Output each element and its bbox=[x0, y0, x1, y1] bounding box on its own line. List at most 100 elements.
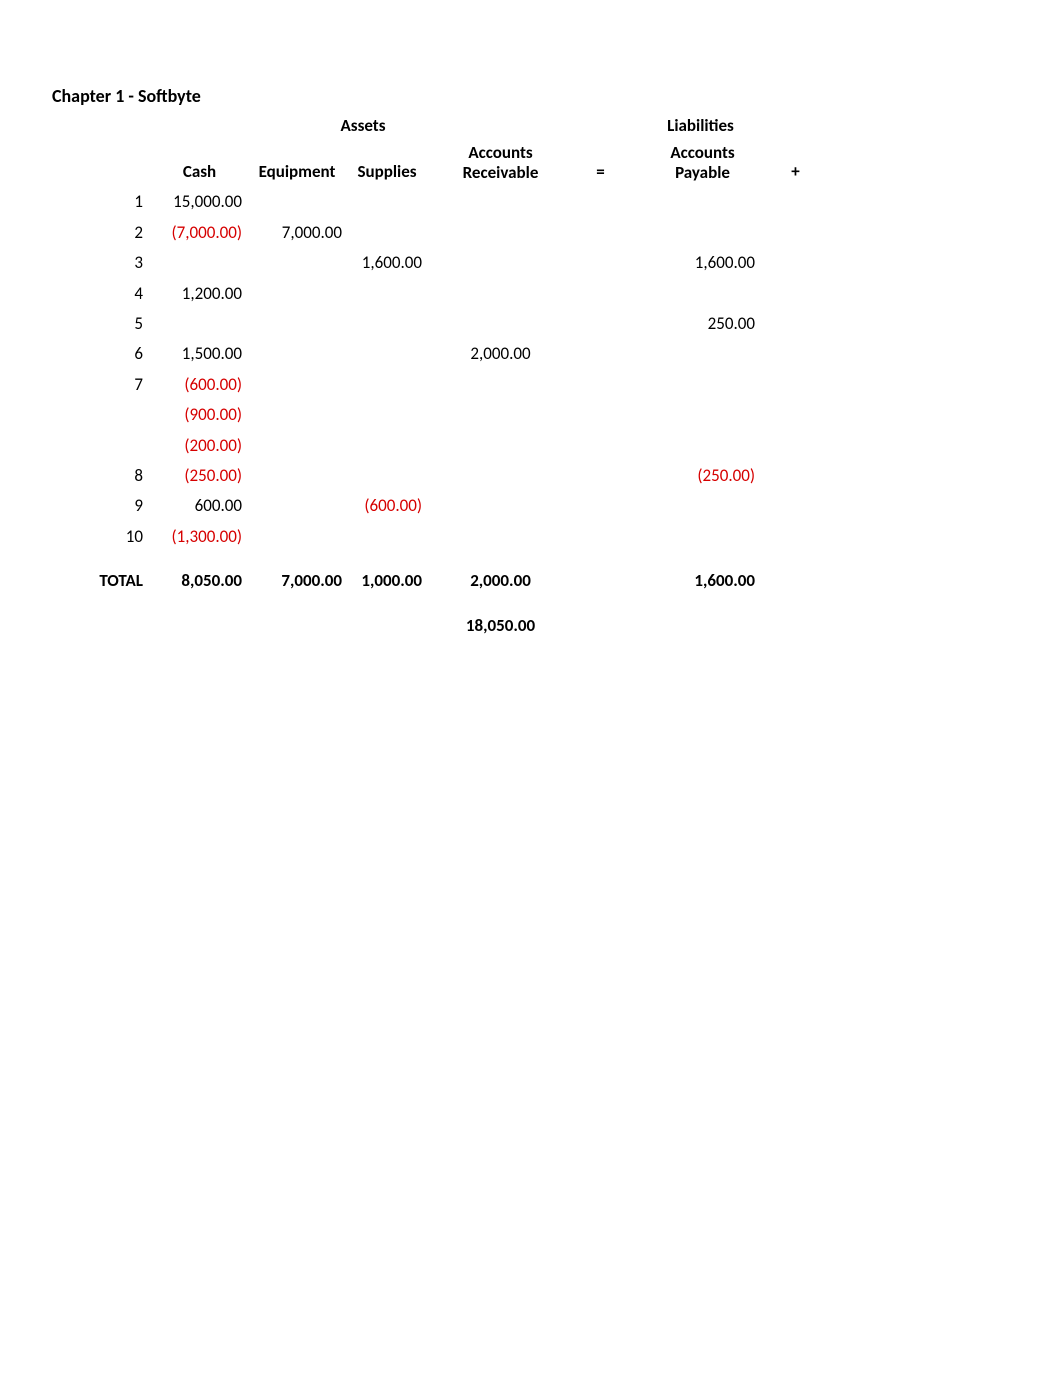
cell-equipment bbox=[248, 339, 348, 369]
cell-accounts-payable: (250.00) bbox=[628, 461, 773, 491]
cell-accounts-receivable bbox=[428, 400, 573, 430]
accounting-table: Assets Liabilities Cash Equipment Suppli… bbox=[48, 111, 818, 641]
section-header-row: Assets Liabilities bbox=[48, 111, 818, 138]
row-number bbox=[48, 400, 153, 430]
cell-plus bbox=[773, 431, 818, 461]
cell-cash: (250.00) bbox=[153, 461, 248, 491]
cell-equipment bbox=[248, 491, 348, 521]
cell-equals bbox=[573, 248, 628, 278]
table-row: 2(7,000.00)7,000.00 bbox=[48, 218, 818, 248]
cell-plus bbox=[773, 370, 818, 400]
cell-cash: (200.00) bbox=[153, 431, 248, 461]
cell-supplies bbox=[348, 218, 428, 248]
cell-equipment bbox=[248, 187, 348, 217]
cell-accounts-payable: 250.00 bbox=[628, 309, 773, 339]
table-row: (200.00) bbox=[48, 431, 818, 461]
cell-accounts-payable bbox=[628, 431, 773, 461]
cell-equipment bbox=[248, 370, 348, 400]
total-cash: 8,050.00 bbox=[153, 566, 248, 596]
total-equipment: 7,000.00 bbox=[248, 566, 348, 596]
row-number: 2 bbox=[48, 218, 153, 248]
row-number: 10 bbox=[48, 522, 153, 552]
header-equals: = bbox=[573, 138, 628, 187]
document-page: Chapter 1 - Softbyte Assets Liabilities … bbox=[0, 0, 1062, 641]
header-equipment: Equipment bbox=[248, 138, 348, 187]
total-accounts-payable: 1,600.00 bbox=[628, 566, 773, 596]
cell-equals bbox=[573, 522, 628, 552]
row-number: 5 bbox=[48, 309, 153, 339]
cell-equals bbox=[573, 187, 628, 217]
header-accounts-payable: AccountsPayable bbox=[628, 138, 773, 187]
cell-supplies bbox=[348, 309, 428, 339]
cell-equipment bbox=[248, 309, 348, 339]
cell-accounts-payable bbox=[628, 370, 773, 400]
cell-cash: 1,500.00 bbox=[153, 339, 248, 369]
table-row: 9600.00(600.00) bbox=[48, 491, 818, 521]
cell-cash bbox=[153, 248, 248, 278]
cell-cash: (600.00) bbox=[153, 370, 248, 400]
cell-accounts-receivable bbox=[428, 248, 573, 278]
cell-accounts-receivable bbox=[428, 370, 573, 400]
liabilities-header: Liabilities bbox=[628, 111, 773, 138]
cell-supplies bbox=[348, 431, 428, 461]
cell-accounts-receivable bbox=[428, 187, 573, 217]
cell-plus bbox=[773, 187, 818, 217]
table-row: (900.00) bbox=[48, 400, 818, 430]
cell-accounts-payable bbox=[628, 187, 773, 217]
row-number: 6 bbox=[48, 339, 153, 369]
total-supplies: 1,000.00 bbox=[348, 566, 428, 596]
cell-equals bbox=[573, 370, 628, 400]
cell-plus bbox=[773, 522, 818, 552]
total-accounts-receivable: 2,000.00 bbox=[428, 566, 573, 596]
cell-cash: (7,000.00) bbox=[153, 218, 248, 248]
cell-cash: (1,300.00) bbox=[153, 522, 248, 552]
cell-accounts-receivable: 2,000.00 bbox=[428, 339, 573, 369]
cell-equals bbox=[573, 339, 628, 369]
cell-cash bbox=[153, 309, 248, 339]
cell-supplies bbox=[348, 461, 428, 491]
cell-accounts-payable bbox=[628, 218, 773, 248]
column-header-row: Cash Equipment Supplies AccountsReceivab… bbox=[48, 138, 818, 187]
cell-accounts-receivable bbox=[428, 431, 573, 461]
table-row: 61,500.00 2,000.00 bbox=[48, 339, 818, 369]
cell-supplies: 1,600.00 bbox=[348, 248, 428, 278]
row-number: 8 bbox=[48, 461, 153, 491]
cell-equipment bbox=[248, 400, 348, 430]
table-row: 8(250.00)(250.00) bbox=[48, 461, 818, 491]
cell-equipment bbox=[248, 279, 348, 309]
table-row: 10(1,300.00) bbox=[48, 522, 818, 552]
total-label: TOTAL bbox=[48, 566, 153, 596]
cell-plus bbox=[773, 248, 818, 278]
cell-cash: 15,000.00 bbox=[153, 187, 248, 217]
cell-plus bbox=[773, 309, 818, 339]
cell-equipment bbox=[248, 461, 348, 491]
cell-accounts-receivable bbox=[428, 461, 573, 491]
cell-supplies bbox=[348, 370, 428, 400]
row-number: 3 bbox=[48, 248, 153, 278]
header-plus: + bbox=[773, 138, 818, 187]
cell-equals bbox=[573, 279, 628, 309]
cell-supplies bbox=[348, 339, 428, 369]
cell-equipment bbox=[248, 522, 348, 552]
table-row: 41,200.00 bbox=[48, 279, 818, 309]
cell-plus bbox=[773, 339, 818, 369]
cell-cash: 600.00 bbox=[153, 491, 248, 521]
cell-accounts-payable bbox=[628, 400, 773, 430]
header-accounts-receivable: AccountsReceivable bbox=[428, 138, 573, 187]
cell-plus bbox=[773, 400, 818, 430]
cell-accounts-payable: 1,600.00 bbox=[628, 248, 773, 278]
cell-accounts-receivable bbox=[428, 491, 573, 521]
row-number: 4 bbox=[48, 279, 153, 309]
header-cash: Cash bbox=[153, 138, 248, 187]
cell-cash: (900.00) bbox=[153, 400, 248, 430]
row-number: 7 bbox=[48, 370, 153, 400]
cell-equals bbox=[573, 400, 628, 430]
cell-accounts-payable bbox=[628, 491, 773, 521]
cell-equals bbox=[573, 218, 628, 248]
row-number bbox=[48, 431, 153, 461]
table-row: 7(600.00) bbox=[48, 370, 818, 400]
row-number: 1 bbox=[48, 187, 153, 217]
totals-row: TOTAL 8,050.00 7,000.00 1,000.00 2,000.0… bbox=[48, 566, 818, 596]
cell-plus bbox=[773, 279, 818, 309]
cell-accounts-receivable bbox=[428, 522, 573, 552]
